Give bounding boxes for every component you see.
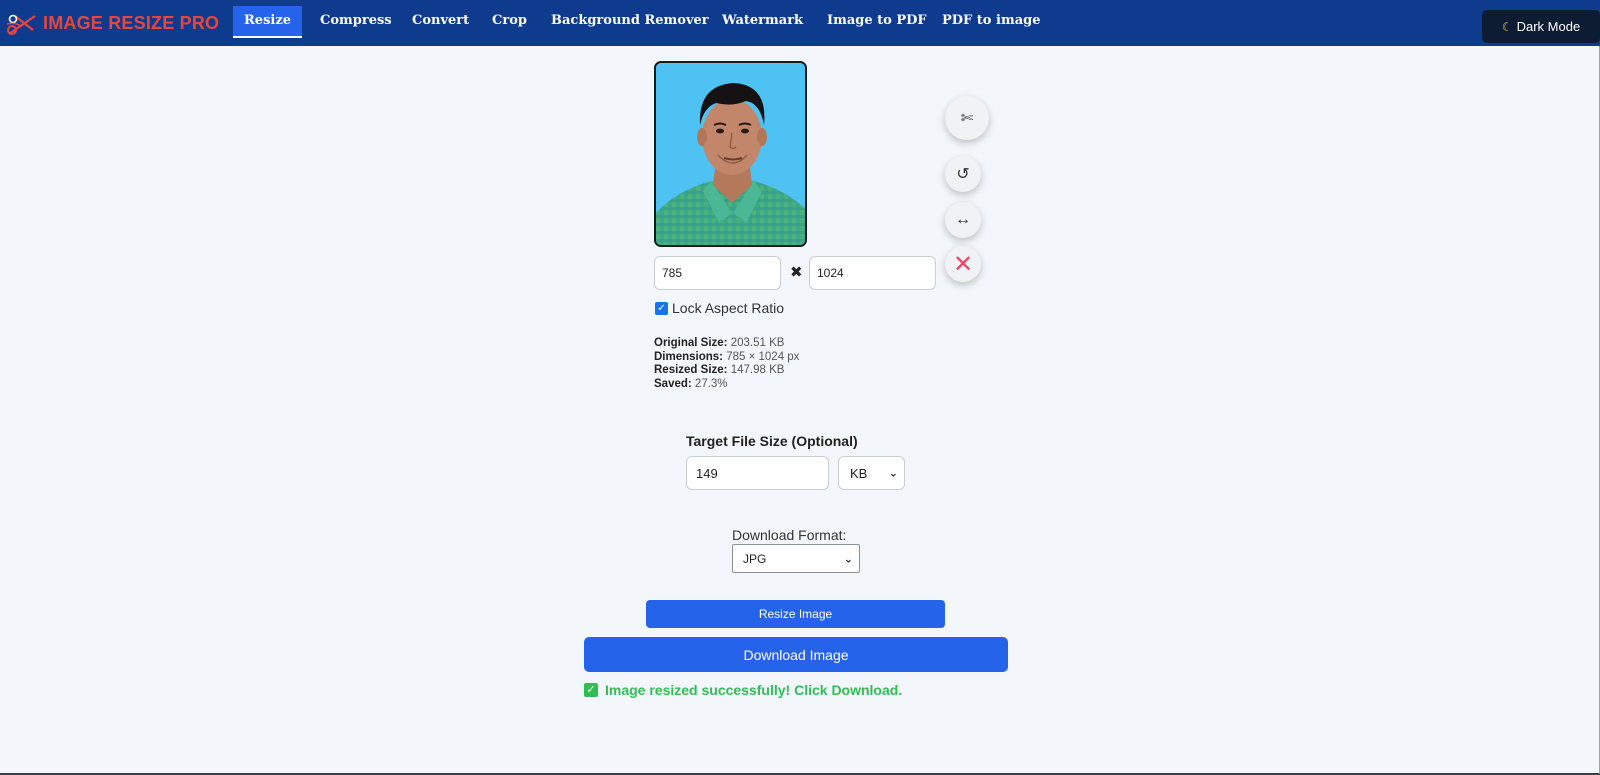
dark-mode-button[interactable]: ☾ Dark Mode: [1482, 10, 1600, 43]
stat-dimensions: Dimensions: 785 × 1024 px: [654, 351, 799, 365]
download-format-select[interactable]: JPG ⌄: [732, 544, 860, 573]
image-preview: [654, 61, 807, 247]
stat-saved-value: 27.3%: [694, 377, 728, 390]
moon-icon: ☾: [1501, 19, 1513, 34]
download-format-label: Download Format:: [732, 527, 847, 543]
check-icon: ✓: [584, 683, 598, 697]
scissors-logo-icon: [5, 8, 39, 38]
stat-original-label: Original Size:: [654, 337, 728, 349]
resize-image-button[interactable]: Resize Image: [646, 600, 945, 628]
width-input[interactable]: 785: [654, 256, 781, 290]
target-size-label: Target File Size (Optional): [686, 433, 858, 449]
chevron-down-icon: ⌄: [888, 467, 898, 480]
rotate-button[interactable]: ↺: [945, 156, 981, 192]
lock-aspect-checkbox[interactable]: ✓: [655, 302, 668, 315]
brand[interactable]: IMAGE RESIZE PRO: [5, 8, 219, 38]
stat-resized-value: 147.98 KB: [730, 364, 785, 377]
close-icon: ✕: [952, 250, 974, 278]
dark-mode-label: Dark Mode: [1516, 19, 1581, 34]
rotate-icon: ↺: [956, 166, 970, 183]
stat-saved-label: Saved:: [654, 377, 692, 390]
times-icon: ✖: [790, 264, 803, 281]
page: IMAGE RESIZE PRO Resize Compress Convert…: [0, 0, 1600, 775]
stat-dimensions-value: 785 × 1024 px: [726, 350, 800, 363]
flip-horizontal-icon: ↔: [955, 211, 971, 228]
height-input[interactable]: 1024: [809, 256, 936, 290]
stat-saved: Saved: 27.3%: [654, 378, 799, 392]
brand-name: IMAGE RESIZE PRO: [43, 12, 220, 33]
nav-crop[interactable]: Crop: [492, 6, 527, 38]
success-message: ✓ Image resized successfully! Click Down…: [584, 682, 902, 698]
target-size-input[interactable]: 149: [686, 456, 829, 490]
crop-tool-button[interactable]: ✄: [945, 96, 989, 140]
image-stats: Original Size: 203.51 KB Dimensions: 785…: [654, 337, 799, 391]
nav-convert[interactable]: Convert: [412, 6, 469, 38]
stat-original-value: 203.51 KB: [730, 337, 785, 349]
target-unit-select[interactable]: KB ⌄: [838, 456, 905, 490]
top-navbar: IMAGE RESIZE PRO Resize Compress Convert…: [0, 0, 1600, 46]
nav-compress[interactable]: Compress: [320, 6, 392, 38]
success-text: Image resized successfully! Click Downlo…: [605, 682, 903, 698]
stat-original: Original Size: 203.51 KB: [654, 337, 799, 351]
flip-button[interactable]: ↔: [945, 202, 981, 238]
stat-resized-label: Resized Size:: [654, 364, 728, 377]
nav-resize[interactable]: Resize: [233, 6, 302, 38]
download-image-button[interactable]: Download Image: [584, 637, 1008, 672]
target-unit-value: KB: [850, 465, 868, 481]
nav-background-remover[interactable]: Background Remover: [551, 6, 709, 38]
download-format-value: JPG: [743, 551, 767, 566]
nav-pdf-to-image[interactable]: PDF to image: [942, 6, 1040, 38]
stat-resized: Resized Size: 147.98 KB: [654, 364, 799, 378]
chevron-down-icon: ⌄: [843, 553, 853, 565]
stat-dimensions-label: Dimensions:: [654, 350, 724, 363]
nav-image-to-pdf[interactable]: Image to PDF: [827, 6, 927, 38]
lock-aspect-label: Lock Aspect Ratio: [672, 300, 785, 316]
remove-image-button[interactable]: ✕: [945, 246, 981, 282]
scissors-icon: ✄: [960, 110, 974, 127]
nav-watermark[interactable]: Watermark: [722, 6, 803, 38]
